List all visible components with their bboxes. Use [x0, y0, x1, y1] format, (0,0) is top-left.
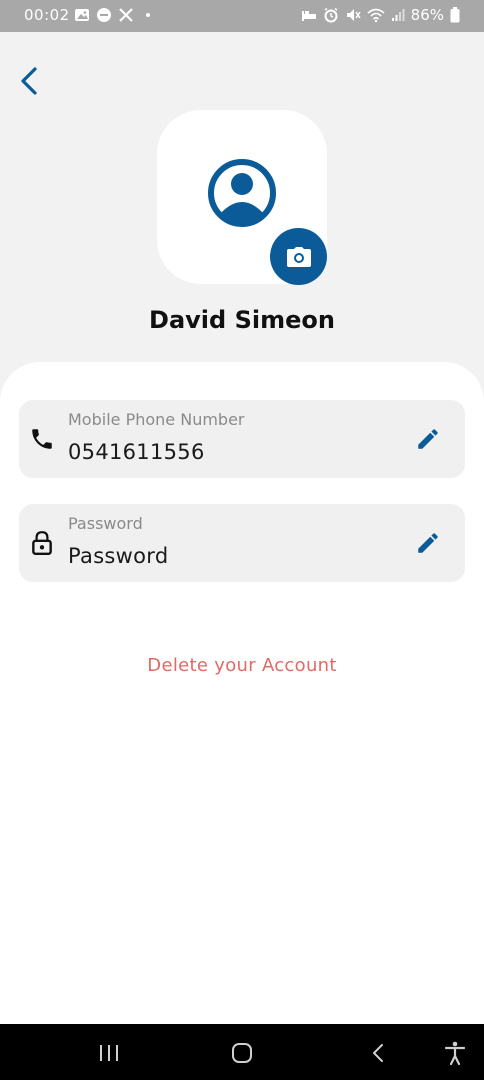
camera-icon: [286, 246, 311, 267]
accessibility-icon[interactable]: [442, 1040, 468, 1066]
user-circle-icon: [208, 159, 276, 227]
dot-icon: [146, 13, 150, 17]
mute-icon: [346, 9, 361, 21]
battery-icon: [450, 7, 460, 23]
edit-pencil-icon[interactable]: [415, 426, 441, 452]
status-bar: 00:02 86%: [0, 0, 484, 32]
do-not-disturb-icon: [97, 8, 111, 22]
back-button[interactable]: [14, 64, 46, 98]
password-value: Password: [68, 544, 169, 568]
gallery-icon: [75, 9, 89, 21]
system-nav-bar: [0, 1024, 484, 1080]
avatar-card: [157, 110, 327, 285]
wifi-icon: [367, 8, 385, 23]
chevron-left-icon: [21, 67, 37, 95]
x-logo-icon: [119, 8, 133, 22]
sleep-icon: [301, 11, 316, 21]
password-field[interactable]: Password Password: [19, 504, 465, 582]
home-icon[interactable]: [229, 1040, 255, 1066]
status-left-icons: [74, 7, 150, 23]
profile-panel: Mobile Phone Number 0541611556 Password …: [0, 362, 484, 1024]
recents-icon[interactable]: [96, 1040, 122, 1066]
alarm-icon: [324, 7, 338, 23]
phone-icon: [32, 429, 52, 449]
password-label: Password: [68, 514, 143, 533]
phone-field[interactable]: Mobile Phone Number 0541611556: [19, 400, 465, 478]
status-time: 00:02: [24, 6, 70, 24]
battery-percent: 86%: [410, 6, 444, 24]
back-icon[interactable]: [366, 1040, 392, 1066]
signal-icon: [391, 9, 405, 21]
lock-icon: [32, 531, 52, 556]
delete-account-link[interactable]: Delete your Account: [0, 655, 484, 676]
phone-value: 0541611556: [68, 440, 205, 464]
change-photo-button[interactable]: [270, 228, 327, 285]
phone-label: Mobile Phone Number: [68, 410, 245, 429]
user-name: David Simeon: [149, 306, 335, 334]
edit-pencil-icon[interactable]: [415, 530, 441, 556]
status-right-icons: 86%: [301, 6, 460, 24]
